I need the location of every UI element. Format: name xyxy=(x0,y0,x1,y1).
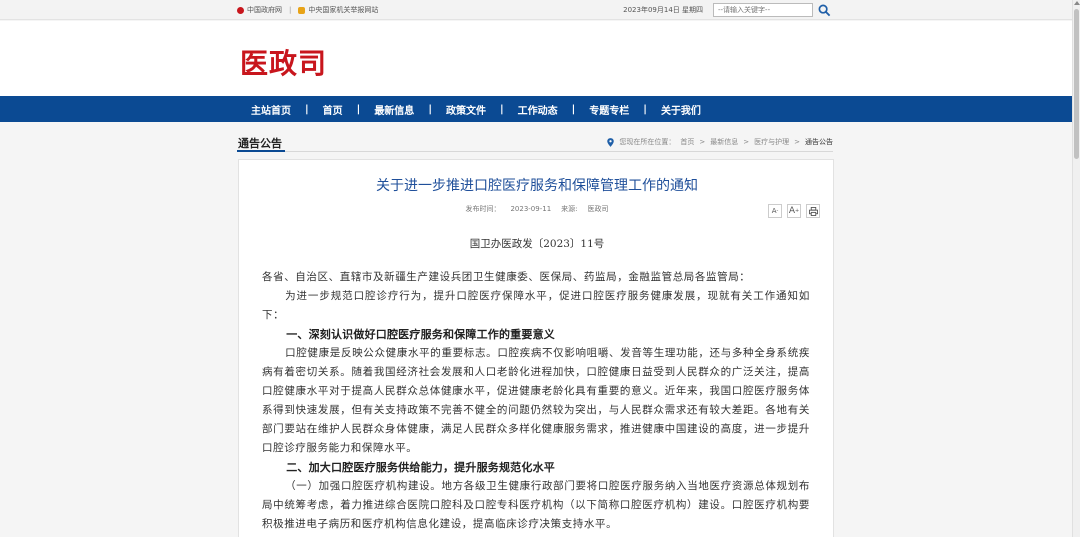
breadcrumb-separator: > xyxy=(743,138,750,146)
article-section-heading: 二、加大口腔医疗服务供给能力，提升服务规范化水平 xyxy=(286,461,555,474)
font-smaller-button[interactable]: A- xyxy=(768,204,782,218)
article-body: 各省、自治区、直辖市及新疆生产建设兵团卫生健康委、医保局、药监局，金融监管总局各… xyxy=(262,268,810,534)
main-nav: 主站首页 | 首页 | 最新信息 | 政策文件 | 工作动态 | 专题专栏 | … xyxy=(0,96,1072,122)
article-meta: 发布时间： 2023-09-11 来源: 医政司 xyxy=(239,204,835,214)
source-value: 医政司 xyxy=(587,205,609,213)
nav-item-about[interactable]: 关于我们 xyxy=(647,96,715,122)
printer-icon xyxy=(808,206,818,216)
publish-date: 2023-09-11 xyxy=(510,205,552,213)
site-logo[interactable]: 医政司 xyxy=(240,42,327,82)
national-emblem-icon xyxy=(237,6,244,14)
publish-label: 发布时间： xyxy=(465,205,501,213)
article-tools: A- A + xyxy=(768,204,820,218)
article-title: 关于进一步推进口腔医疗服务和保障管理工作的通知 xyxy=(376,178,698,194)
breadcrumb-latest[interactable]: 最新信息 xyxy=(710,137,738,147)
plus-icon: + xyxy=(794,208,800,214)
article-paragraph: 为进一步规范口腔诊疗行为，提升口腔医疗保障水平，促进口腔医疗服务健康发展，现就有… xyxy=(262,290,810,321)
gov-site-label: 中国政府网 xyxy=(247,6,282,14)
nav-item-home[interactable]: 首页 xyxy=(309,96,357,122)
breadcrumb-home[interactable]: 首页 xyxy=(680,137,694,147)
article-panel: 关于进一步推进口腔医疗服务和保障管理工作的通知 发布时间： 2023-09-11 来… xyxy=(238,159,834,537)
top-utility-inner: 中国政府网 | 中央国家机关举报网站 2023年09月14日 星期四 xyxy=(237,0,833,20)
top-utility-bar: 中国政府网 | 中央国家机关举报网站 2023年09月14日 星期四 xyxy=(0,0,1072,20)
section-divider xyxy=(237,151,833,152)
nav-item-work-news[interactable]: 工作动态 xyxy=(504,96,572,122)
search-button[interactable] xyxy=(815,2,833,18)
current-date: 2023年09月14日 星期四 xyxy=(623,6,703,14)
document-number: 国卫办医政发〔2023〕11号 xyxy=(469,238,605,250)
source-label: 来源: xyxy=(561,205,578,213)
report-site-label: 中央国家机关举报网站 xyxy=(308,6,379,14)
breadcrumb-medical-nursing[interactable]: 医疗与护理 xyxy=(754,137,789,147)
nav-item-latest[interactable]: 最新信息 xyxy=(360,96,428,122)
search-input[interactable] xyxy=(713,3,813,17)
article-paragraph: 各省、自治区、直辖市及新疆生产建设兵团卫生健康委、医保局、药监局，金融监管总局各… xyxy=(262,271,751,283)
article-section-heading: 一、深刻认识做好口腔医疗服务和保障工作的重要意义 xyxy=(286,328,555,341)
report-badge-icon xyxy=(298,6,306,14)
breadcrumb-separator: > xyxy=(794,138,800,146)
section-title: 通告公告 xyxy=(238,137,282,150)
report-site-link[interactable]: 中央国家机关举报网站 xyxy=(298,5,378,15)
top-divider: | xyxy=(289,6,292,14)
breadcrumb-current: 通告公告 xyxy=(805,138,833,146)
page: 中国政府网 | 中央国家机关举报网站 2023年09月14日 星期四 医政司 主… xyxy=(0,0,1080,537)
nav-item-topics[interactable]: 专题专栏 xyxy=(575,96,643,122)
breadcrumb: 您现在所在位置： 首页 > 最新信息 > 医疗与护理 > 通告公告 xyxy=(607,137,833,147)
section-accent-bar xyxy=(237,150,285,152)
scroll-up-arrow-icon[interactable] xyxy=(1074,1,1080,5)
article-paragraph: 口腔健康是反映公众健康水平的重要标志。口腔疾病不仅影响咀嚼、发音等生理功能，还与… xyxy=(262,347,810,454)
breadcrumb-prefix: 您现在所在位置： xyxy=(619,138,676,146)
minus-icon: - xyxy=(776,208,779,214)
font-larger-button[interactable]: A + xyxy=(787,204,801,218)
gov-site-link[interactable]: 中国政府网 xyxy=(237,5,282,15)
nav-item-main-home[interactable]: 主站首页 xyxy=(237,96,305,122)
site-header: 医政司 xyxy=(0,21,1072,96)
source-info: 来源: 医政司 xyxy=(561,205,608,213)
article-paragraph: （一）加强口腔医疗机构建设。地方各级卫生健康行政部门要将口腔医疗服务纳入当地医疗… xyxy=(262,480,810,530)
vertical-scrollbar[interactable] xyxy=(1072,0,1080,537)
breadcrumb-separator: > xyxy=(699,138,706,146)
scrollbar-thumb[interactable] xyxy=(1074,9,1079,159)
search-icon xyxy=(818,4,830,16)
publish-info: 发布时间： 2023-09-11 xyxy=(465,205,551,213)
main-nav-inner: 主站首页 | 首页 | 最新信息 | 政策文件 | 工作动态 | 专题专栏 | … xyxy=(237,96,715,122)
location-pin-icon xyxy=(607,137,615,147)
section-header: 通告公告 您现在所在位置： 首页 > 最新信息 > 医疗与护理 > 通告公告 xyxy=(237,132,833,152)
nav-item-policy[interactable]: 政策文件 xyxy=(432,96,500,122)
print-button[interactable] xyxy=(806,204,820,218)
